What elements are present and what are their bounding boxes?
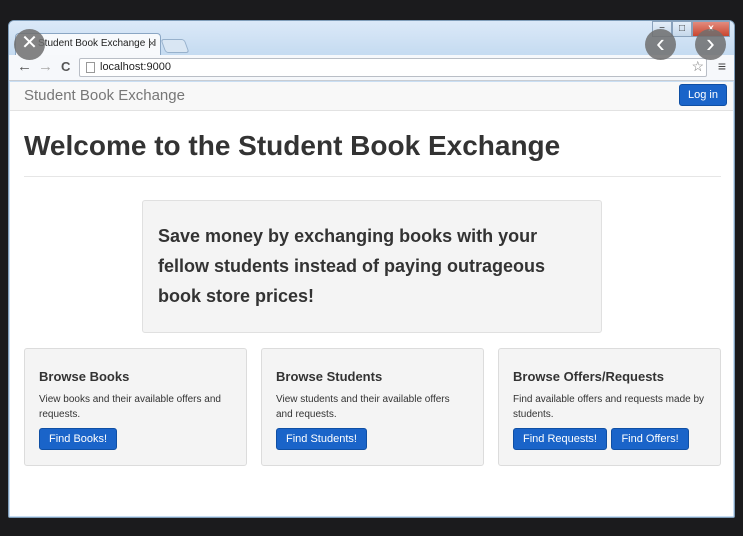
reload-icon[interactable]: C	[61, 58, 70, 76]
back-arrow-icon[interactable]: ←	[17, 58, 32, 76]
address-bar[interactable]: localhost:9000 ☆	[79, 58, 707, 77]
brand-link[interactable]: Student Book Exchange	[24, 87, 185, 104]
previous-icon[interactable]: ‹	[645, 29, 676, 60]
find-books-button[interactable]: Find Books!	[39, 428, 118, 450]
url-text: localhost:9000	[100, 61, 171, 73]
card-text: Find available offers and requests made …	[513, 394, 705, 420]
card-title: Browse Books	[39, 369, 130, 384]
card-browse-books: Browse Books View books and their availa…	[24, 348, 247, 466]
jumbotron: Save money by exchanging books with your…	[142, 200, 602, 333]
card-text: View books and their available offers an…	[39, 394, 221, 420]
maximize-button[interactable]: □	[672, 21, 692, 37]
card-browse-offers-requests: Browse Offers/Requests Find available of…	[498, 348, 721, 466]
tab-title: Student Book Exchange | I	[38, 38, 157, 49]
tab-close-icon[interactable]: ×	[149, 34, 155, 54]
divider	[24, 176, 721, 177]
site-navbar: Student Book Exchange Log in	[10, 82, 733, 111]
card-title: Browse Offers/Requests	[513, 369, 664, 384]
find-students-button[interactable]: Find Students!	[276, 428, 367, 450]
card-text: View students and their available offers…	[276, 394, 450, 420]
web-page: Student Book Exchange Log in Welcome to …	[10, 82, 733, 516]
bookmark-star-icon[interactable]: ☆	[691, 58, 704, 75]
card-title: Browse Students	[276, 369, 383, 384]
page-icon	[86, 62, 95, 73]
login-button[interactable]: Log in	[679, 84, 727, 106]
close-icon[interactable]: ✕	[14, 29, 45, 60]
page-title: Welcome to the Student Book Exchange	[24, 130, 561, 161]
jumbotron-text: Save money by exchanging books with your…	[158, 226, 546, 306]
card-browse-students: Browse Students View students and their …	[261, 348, 484, 466]
menu-icon[interactable]: ≡	[718, 58, 726, 74]
title-bar: Student Book Exchange | I × − □ x	[9, 21, 734, 55]
forward-arrow-icon[interactable]: →	[38, 58, 53, 76]
new-tab-button[interactable]	[160, 39, 190, 53]
find-offers-button[interactable]: Find Offers!	[611, 428, 689, 450]
next-icon[interactable]: ›	[695, 29, 726, 60]
browser-toolbar: ← → C localhost:9000 ☆ ≡	[9, 55, 734, 81]
find-requests-button[interactable]: Find Requests!	[513, 428, 607, 450]
browser-window: Student Book Exchange | I × − □ x ← → C …	[8, 20, 735, 518]
